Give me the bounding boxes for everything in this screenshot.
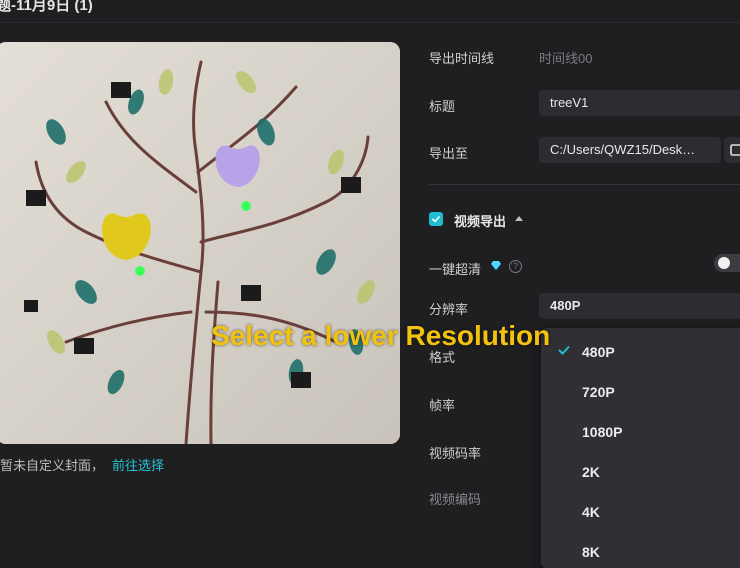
hd-toggle[interactable] bbox=[714, 254, 740, 272]
resolution-dropdown: 480P 720P 1080P 2K 4K 8K bbox=[541, 328, 740, 568]
choose-cover-link[interactable]: 前往选择 bbox=[112, 458, 164, 473]
check-icon bbox=[558, 345, 570, 355]
tutorial-caption: Select a lower Resolution bbox=[211, 320, 551, 351]
window-title: 题-11月9日 (1) bbox=[0, 0, 93, 14]
bitrate-label: 视频码率 bbox=[429, 446, 482, 461]
video-export-checkbox[interactable] bbox=[429, 212, 443, 226]
timeline-label: 导出时间线 bbox=[429, 51, 495, 66]
diamond-icon bbox=[491, 261, 501, 270]
cover-note: 暂未自定义封面， 前往选择 bbox=[0, 455, 164, 474]
resolution-label: 分辨率 bbox=[429, 302, 469, 317]
resolution-select[interactable]: 480P bbox=[539, 293, 740, 319]
folder-icon bbox=[730, 144, 740, 156]
title-bar: 题-11月9日 (1) bbox=[0, 0, 740, 23]
caret-up-icon[interactable] bbox=[515, 216, 523, 221]
section-divider bbox=[429, 184, 740, 185]
tree-photo bbox=[0, 42, 400, 444]
title-label: 标题 bbox=[429, 99, 456, 114]
resolution-option-720p[interactable]: 720P bbox=[582, 384, 615, 400]
resolution-option-8k[interactable]: 8K bbox=[582, 544, 600, 560]
browse-folder-button[interactable] bbox=[724, 137, 740, 163]
timeline-value: 时间线00 bbox=[539, 51, 593, 66]
cover-note-text: 暂未自定义封面， bbox=[0, 458, 105, 473]
video-export-title: 视频导出 bbox=[454, 214, 507, 229]
hd-label: 一键超清 bbox=[429, 262, 482, 277]
export-to-label: 导出至 bbox=[429, 146, 469, 161]
cover-preview[interactable] bbox=[0, 42, 400, 444]
framerate-label: 帧率 bbox=[429, 398, 456, 413]
export-path-field[interactable]: C:/Users/QWZ15/Desk… bbox=[539, 137, 721, 163]
codec-label: 视频编码 bbox=[429, 492, 482, 507]
resolution-option-1080p[interactable]: 1080P bbox=[582, 424, 622, 440]
check-icon bbox=[431, 215, 441, 223]
resolution-option-4k[interactable]: 4K bbox=[582, 504, 600, 520]
help-icon[interactable]: ? bbox=[509, 260, 522, 273]
resolution-option-2k[interactable]: 2K bbox=[582, 464, 600, 480]
resolution-option-480p[interactable]: 480P bbox=[582, 344, 615, 360]
title-input[interactable]: treeV1 bbox=[539, 90, 740, 116]
toggle-knob bbox=[718, 257, 730, 269]
